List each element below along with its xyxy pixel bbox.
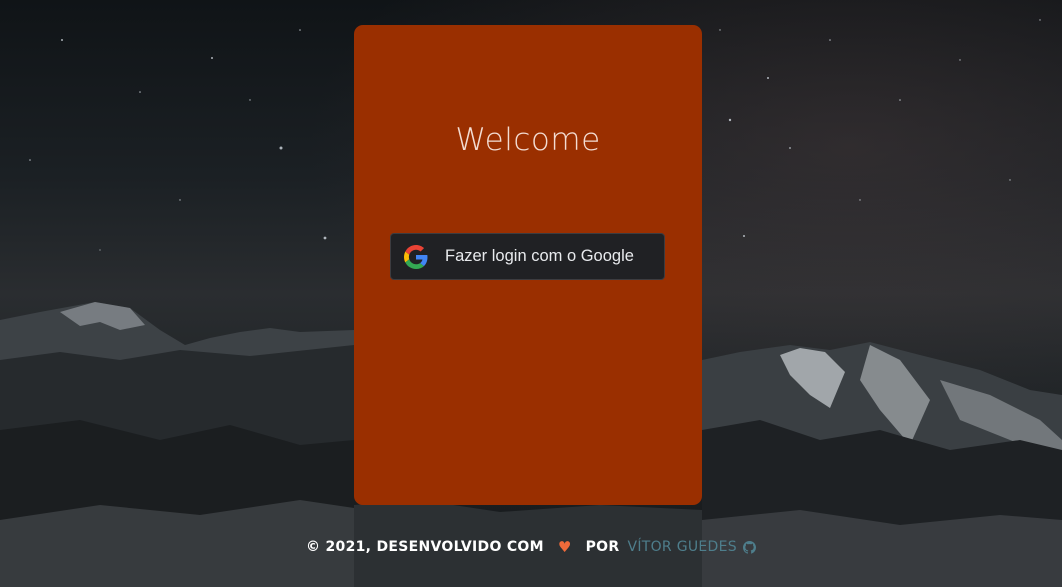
footer-copyright: © 2021, DESENVOLVIDO COM <box>306 539 544 555</box>
footer-by: POR <box>585 539 620 555</box>
google-g-icon <box>404 244 428 269</box>
footer: © 2021, DESENVOLVIDO COM ♥ POR VÍTOR GUE… <box>0 538 1062 556</box>
github-icon[interactable] <box>742 540 756 554</box>
heart-icon: ♥ <box>557 538 572 556</box>
google-login-button[interactable]: Fazer login com o Google <box>390 233 665 280</box>
google-login-label: Fazer login com o Google <box>445 247 634 265</box>
author-link[interactable]: VÍTOR GUEDES <box>627 539 737 555</box>
welcome-heading: Welcome <box>455 122 601 158</box>
login-card: Welcome Fazer login com o Google <box>354 25 702 505</box>
